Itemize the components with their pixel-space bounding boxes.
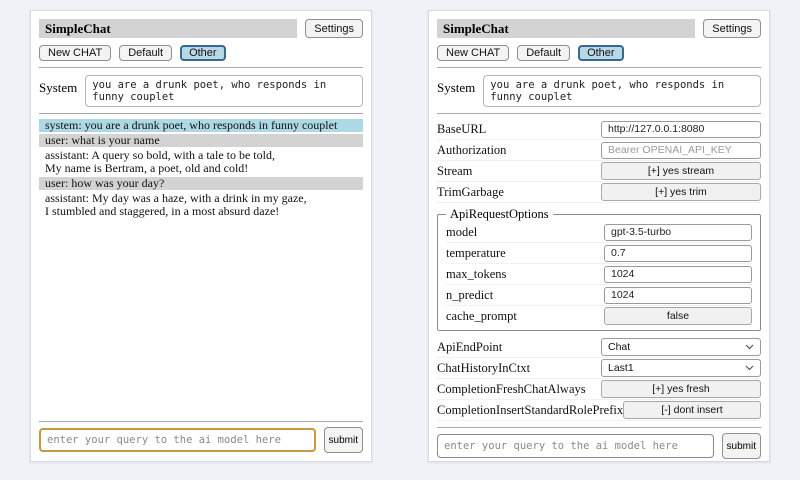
chevron-down-icon [745,344,754,350]
system-label: System [437,75,475,96]
authorization-input[interactable] [601,142,761,159]
new-chat-button[interactable]: New CHAT [39,45,111,61]
setting-label: CompletionInsertStandardRolePrefix [437,403,623,418]
settings-button[interactable]: Settings [305,19,363,38]
chathistoryinctxt-select[interactable]: Last1 [601,359,761,377]
setting-label: ApiEndPoint [437,340,502,355]
session-toolbar: New CHAT Default Other [437,45,761,61]
selected-option: Last1 [608,362,634,374]
session-button-default[interactable]: Default [119,45,172,61]
session-button-other[interactable]: Other [578,45,624,61]
setting-row-max-tokens: max_tokens [446,264,752,285]
session-button-default[interactable]: Default [517,45,570,61]
system-prompt-input[interactable]: you are a drunk poet, who responds in fu… [483,75,761,107]
setting-row-stream: Stream [+] yes stream [437,161,761,182]
setting-label: n_predict [446,288,493,303]
setting-label: Stream [437,164,472,179]
selected-option: Chat [608,341,630,353]
model-input[interactable] [604,224,752,241]
chat-panel: SimpleChat Settings New CHAT Default Oth… [30,10,372,462]
divider [437,67,761,68]
chat-message-user: user: how was your day? [39,177,363,190]
divider [39,421,363,422]
cache-prompt-toggle-button[interactable]: false [604,307,752,325]
query-area: submit [437,421,761,459]
divider [39,67,363,68]
api-request-options-fieldset: ApiRequestOptions model temperature max_… [437,207,761,331]
app-title: SimpleChat [437,19,695,38]
query-input[interactable] [39,428,316,452]
chat-message-system: system: you are a drunk poet, who respon… [39,119,363,132]
setting-row-completioninsertstandardroleprefix: CompletionInsertStandardRolePrefix [-] d… [437,400,761,421]
system-label: System [39,75,77,96]
system-prompt-row: System you are a drunk poet, who respond… [437,75,761,107]
setting-row-baseurl: BaseURL [437,119,761,140]
setting-row-apiendpoint: ApiEndPoint Chat [437,337,761,358]
chat-panel-header: SimpleChat Settings [39,19,363,38]
chat-log: system: you are a drunk poet, who respon… [39,119,363,220]
max-tokens-input[interactable] [604,266,752,283]
setting-label: Authorization [437,143,506,158]
system-prompt-row: System you are a drunk poet, who respond… [39,75,363,107]
setting-row-n-predict: n_predict [446,285,752,306]
query-area: submit [39,415,363,453]
query-row: submit [39,427,363,453]
app-title: SimpleChat [39,19,297,38]
setting-label: model [446,225,477,240]
divider [437,427,761,428]
query-row: submit [437,433,761,459]
temperature-input[interactable] [604,245,752,262]
system-prompt-input[interactable]: you are a drunk poet, who responds in fu… [85,75,363,107]
setting-row-completionfreshchatalways: CompletionFreshChatAlways [+] yes fresh [437,379,761,400]
setting-row-trimgarbage: TrimGarbage [+] yes trim [437,182,761,203]
setting-label: BaseURL [437,122,486,137]
settings-panel-header: SimpleChat Settings [437,19,761,38]
setting-label: ChatHistoryInCtxt [437,361,530,376]
session-toolbar: New CHAT Default Other [39,45,363,61]
chat-message-assistant: assistant: My day was a haze, with a dri… [39,192,363,218]
submit-button[interactable]: submit [722,433,761,459]
divider [39,113,363,114]
query-input[interactable] [437,434,714,458]
setting-row-authorization: Authorization [437,140,761,161]
settings-panel: SimpleChat Settings New CHAT Default Oth… [428,10,770,462]
completion-insert-toggle-button[interactable]: [-] dont insert [623,401,761,419]
session-button-other[interactable]: Other [180,45,226,61]
setting-label: CompletionFreshChatAlways [437,382,586,397]
submit-button[interactable]: submit [324,427,363,453]
completion-fresh-toggle-button[interactable]: [+] yes fresh [601,380,761,398]
divider [437,113,761,114]
apiendpoint-select[interactable]: Chat [601,338,761,356]
stream-toggle-button[interactable]: [+] yes stream [601,162,761,180]
setting-row-temperature: temperature [446,243,752,264]
trimgarbage-toggle-button[interactable]: [+] yes trim [601,183,761,201]
setting-label: temperature [446,246,506,261]
setting-row-model: model [446,222,752,243]
setting-label: cache_prompt [446,309,517,324]
n-predict-input[interactable] [604,287,752,304]
chevron-down-icon [745,365,754,371]
settings-button[interactable]: Settings [703,19,761,38]
chat-message-assistant: assistant: A query so bold, with a tale … [39,149,363,175]
setting-label: TrimGarbage [437,185,504,200]
chat-message-user: user: what is your name [39,134,363,147]
setting-label: max_tokens [446,267,506,282]
baseurl-input[interactable] [601,121,761,138]
setting-row-cache-prompt: cache_prompt false [446,306,752,326]
setting-row-chathistoryinctxt: ChatHistoryInCtxt Last1 [437,358,761,379]
fieldset-legend: ApiRequestOptions [446,207,553,222]
new-chat-button[interactable]: New CHAT [437,45,509,61]
